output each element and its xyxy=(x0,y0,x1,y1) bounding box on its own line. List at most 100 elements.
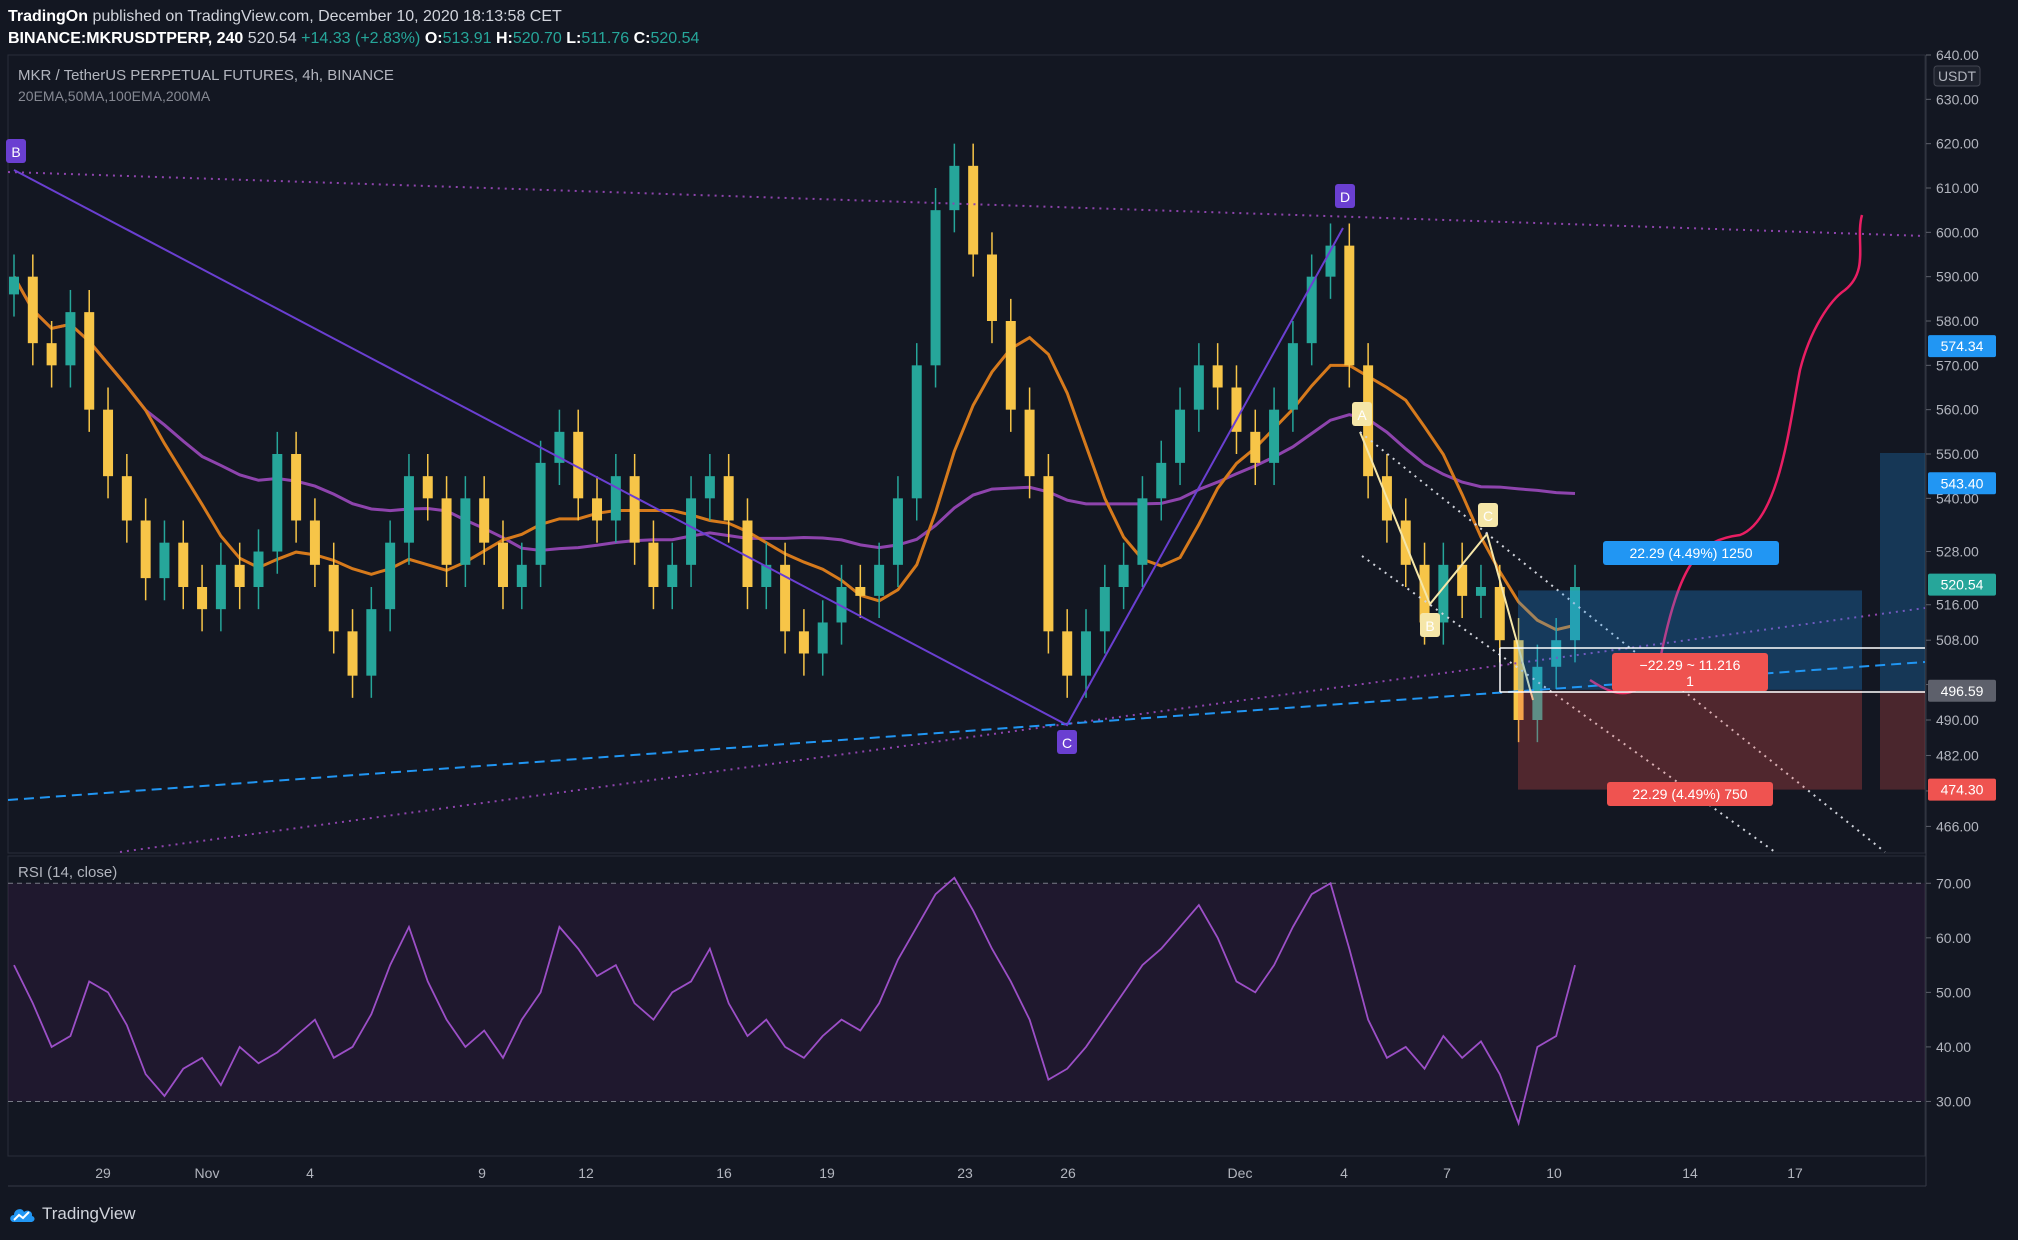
candle-body xyxy=(497,542,508,587)
time-tick-label: Dec xyxy=(1228,1165,1253,1181)
cloud-logo-icon xyxy=(10,1209,35,1222)
ma-orange-line xyxy=(12,275,1576,632)
price-tick-label: 620.00 xyxy=(1936,136,1979,152)
candle-body xyxy=(1156,462,1167,499)
candle-body xyxy=(1005,321,1016,410)
candle-body xyxy=(84,312,95,410)
price-tick-label: 610.00 xyxy=(1936,180,1979,196)
candle-body xyxy=(648,542,659,587)
price-tag-label: 543.40 xyxy=(1941,475,1984,491)
rsi-tick-label: 60.00 xyxy=(1936,930,1971,946)
stop-zone xyxy=(1518,690,1862,790)
candle-body xyxy=(968,165,979,255)
rsi-tick-label: 50.00 xyxy=(1936,984,1971,1000)
price-tick-label: 482.00 xyxy=(1936,747,1979,763)
tradingview-logo[interactable]: TradingView xyxy=(8,1204,136,1224)
candle-body xyxy=(215,564,226,610)
candle-body xyxy=(1212,365,1223,388)
price-tick-label: 570.00 xyxy=(1936,357,1979,373)
time-tick-label: 10 xyxy=(1546,1165,1562,1181)
time-tick-label: 19 xyxy=(819,1165,835,1181)
candle-body xyxy=(892,498,903,565)
time-tick-label: 9 xyxy=(478,1165,486,1181)
candle-body xyxy=(441,498,452,565)
candle-body xyxy=(46,343,57,366)
time-tick-label: 12 xyxy=(578,1165,594,1181)
price-tag-label: 496.59 xyxy=(1941,683,1984,699)
candle-body xyxy=(1287,343,1298,410)
candle-body xyxy=(1081,631,1092,676)
candle-body xyxy=(103,409,114,477)
candle-body xyxy=(27,276,38,344)
candle-body xyxy=(159,542,170,579)
candle-body xyxy=(798,631,809,654)
time-tick-label: 17 xyxy=(1787,1165,1803,1181)
time-tick-label: 29 xyxy=(95,1165,111,1181)
rsi-tick-label: 30.00 xyxy=(1936,1093,1971,1109)
time-tick-label: 16 xyxy=(716,1165,732,1181)
time-tick-label: 14 xyxy=(1682,1165,1698,1181)
candle-body xyxy=(686,498,697,565)
currency-label: USDT xyxy=(1938,68,1977,84)
candle-body xyxy=(610,476,621,521)
rsi-label[interactable]: RSI (14, close) xyxy=(18,864,117,881)
price-tag-label: 574.34 xyxy=(1941,338,1984,354)
indicator-list[interactable]: 20EMA,50MA,100EMA,200MA xyxy=(18,86,394,106)
resistance-trendline xyxy=(7,171,1926,237)
candle-body xyxy=(1175,409,1186,463)
candle-body xyxy=(9,276,19,295)
price-tick-label: 600.00 xyxy=(1936,224,1979,240)
candle-body xyxy=(1344,245,1355,366)
pattern-point-label: A xyxy=(1357,407,1367,423)
candle-body xyxy=(667,564,678,587)
candle-body xyxy=(911,365,922,499)
time-tick-label: 4 xyxy=(1340,1165,1348,1181)
candle-body xyxy=(140,520,151,579)
rsi-tick-label: 40.00 xyxy=(1936,1039,1971,1055)
candle-body xyxy=(1193,365,1204,410)
candle-body xyxy=(272,454,283,552)
chart-legend: MKR / TetherUS PERPETUAL FUTURES, 4h, BI… xyxy=(18,66,394,106)
pattern-point-label: B xyxy=(11,144,20,160)
price-tick-label: 580.00 xyxy=(1936,313,1979,329)
candle-body xyxy=(592,498,603,521)
harmonic-pattern-line xyxy=(13,169,1344,727)
candle-body xyxy=(516,564,527,587)
candle-body xyxy=(723,476,734,521)
candle-body xyxy=(986,254,997,321)
candle-body xyxy=(422,476,433,499)
candle-body xyxy=(178,542,189,587)
candle-body xyxy=(197,587,208,610)
price-tick-label: 550.00 xyxy=(1936,446,1979,462)
candle-body xyxy=(855,587,866,596)
candle-body xyxy=(291,454,302,521)
stop-label: 22.29 (4.49%) 750 xyxy=(1632,786,1747,802)
candle-body xyxy=(385,542,396,610)
price-tick-label: 516.00 xyxy=(1936,597,1979,613)
price-tick-label: 466.00 xyxy=(1936,818,1979,834)
price-chart[interactable]: 466.00474.00482.00490.00498.00508.00516.… xyxy=(0,0,2018,1240)
chart-title[interactable]: MKR / TetherUS PERPETUAL FUTURES, 4h, BI… xyxy=(18,66,394,86)
footer-brand: TradingView xyxy=(42,1204,136,1223)
price-tick-label: 490.00 xyxy=(1936,712,1979,728)
candle-body xyxy=(403,476,414,543)
price-tick-label: 508.00 xyxy=(1936,632,1979,648)
candle-body xyxy=(930,210,941,366)
candle-body xyxy=(874,564,885,596)
price-tick-label: 560.00 xyxy=(1936,402,1979,418)
candle-body xyxy=(328,564,339,632)
candle-body xyxy=(1475,587,1486,596)
candle-body xyxy=(629,476,640,543)
candle-body xyxy=(1043,476,1054,632)
candle-body xyxy=(1118,564,1129,587)
time-tick-label: 7 xyxy=(1443,1165,1451,1181)
candle-body xyxy=(535,462,546,565)
price-tick-label: 528.00 xyxy=(1936,544,1979,560)
candle-body xyxy=(1099,587,1110,632)
price-tick-label: 640.00 xyxy=(1936,47,1979,63)
rsi-tick-label: 70.00 xyxy=(1936,875,1971,891)
candle-body xyxy=(253,551,264,587)
time-tick-label: 26 xyxy=(1060,1165,1076,1181)
candle-body xyxy=(1306,276,1317,344)
candle-body xyxy=(460,498,471,565)
